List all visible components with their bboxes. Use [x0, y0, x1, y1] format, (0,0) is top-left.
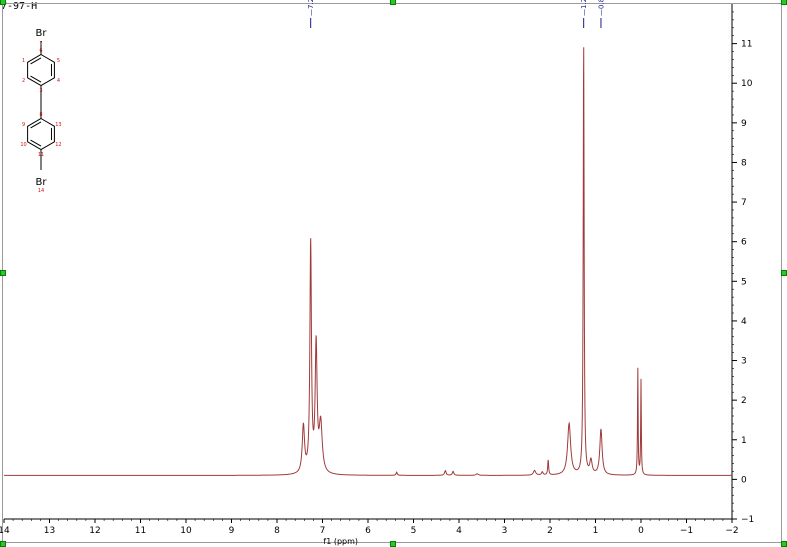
x-tick-label: 9	[229, 526, 235, 536]
nmr-spectrum-figure: 7-97-H 14 13 12 11 10 9 8 7 6 5 4 3 2 1 0 −1 −2 f1 (ppm) −…	[0, 0, 787, 547]
x-tick-label: −1	[680, 526, 693, 536]
chemical-structure-biphenyl: Br7Br141234568910111213	[20, 28, 61, 194]
x-tick-label: 14	[0, 526, 10, 536]
atom-number: 7	[39, 41, 42, 47]
double-bond	[30, 75, 42, 83]
figure-border	[2, 3, 782, 543]
atom-number: 12	[55, 142, 61, 148]
x-tick-label: 0	[638, 526, 644, 536]
peak-label-text: —7.26	[307, 0, 315, 16]
y-tick-label: 4	[741, 317, 747, 327]
resize-handle-bottom-center[interactable]	[390, 541, 396, 547]
x-axis-title: f1 (ppm)	[323, 537, 358, 546]
benzene-ring-bottom	[27, 117, 55, 151]
y-tick-label: 10	[741, 79, 753, 89]
resize-handle-bottom-right[interactable]	[781, 541, 787, 547]
spectrum-trace	[4, 47, 732, 476]
x-tick-label: 6	[365, 526, 371, 536]
atom-number: 14	[38, 188, 44, 194]
atom-number: 11	[38, 152, 44, 158]
atom-number: 9	[22, 122, 25, 128]
x-tick-label: 11	[135, 526, 146, 536]
resize-handle-top-left[interactable]	[0, 0, 6, 5]
atom-number: 8	[39, 112, 42, 118]
x-tick-label: −2	[725, 526, 738, 536]
x-tick-label: 1	[593, 526, 599, 536]
atom-number: 4	[57, 78, 60, 84]
nmr-spectrum-chart: 14 13 12 11 10 9 8 7 6 5 4 3 2 1 0 −1 −2f1 (ppm)−1012345…	[0, 0, 782, 546]
y-tick-label: 2	[741, 396, 747, 406]
y-tick-label: 6	[741, 238, 747, 248]
y-tick-label: 9	[741, 119, 747, 129]
ring-bond	[27, 117, 55, 151]
atom-number: 13	[55, 122, 61, 128]
x-tick-label: 7	[320, 526, 326, 536]
y-tick-label: 11	[741, 40, 752, 50]
peak-label: —7.26	[307, 0, 315, 28]
peak-label-text: —1.26	[580, 0, 588, 16]
x-tick-label: 4	[456, 526, 462, 536]
x-tick-label: 2	[547, 526, 553, 536]
y-tick-label: 8	[741, 158, 747, 168]
atom-number: 10	[20, 142, 26, 148]
double-bond	[30, 57, 42, 65]
atom-label-br-bottom: Br	[36, 177, 48, 188]
resize-handle-top-right[interactable]	[781, 0, 787, 5]
x-tick-label: 5	[411, 526, 417, 536]
x-tick-label: 12	[89, 526, 100, 536]
peak-label: —0.88	[597, 0, 605, 28]
resize-handle-bottom-left[interactable]	[0, 541, 6, 547]
atom-number: 6	[39, 48, 42, 54]
double-bond	[30, 139, 42, 147]
x-tick-label: 8	[274, 526, 280, 536]
y-tick-label: 1	[741, 436, 747, 446]
atom-label-br-top: Br	[36, 28, 48, 39]
benzene-ring-top	[27, 53, 55, 87]
peak-label: —1.26	[580, 0, 588, 28]
resize-handle-middle-left[interactable]	[0, 270, 6, 276]
atom-number: 2	[22, 78, 25, 84]
y-tick-label: −1	[741, 515, 754, 525]
y-tick-label: 3	[741, 357, 747, 367]
x-tick-label: 3	[502, 526, 508, 536]
atom-number: 5	[57, 58, 60, 64]
atom-number: 3	[39, 88, 42, 94]
resize-handle-middle-right[interactable]	[781, 270, 787, 276]
double-bond	[30, 121, 42, 129]
ring-bond	[27, 53, 55, 87]
peak-label-text: —0.88	[597, 0, 605, 16]
x-tick-label: 10	[180, 526, 192, 536]
atom-number: 1	[22, 58, 25, 64]
x-tick-label: 13	[44, 526, 55, 536]
y-tick-label: 0	[741, 475, 747, 485]
resize-handle-top-center[interactable]	[390, 0, 396, 5]
y-tick-label: 5	[741, 277, 747, 287]
y-tick-label: 7	[741, 198, 747, 208]
